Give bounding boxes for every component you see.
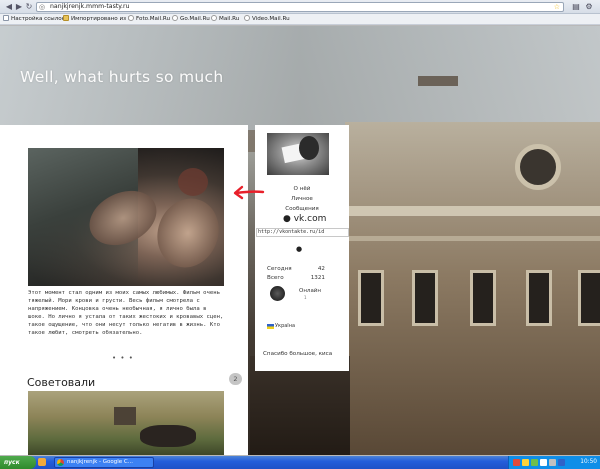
tray-icon[interactable] [522,459,529,466]
reload-button[interactable]: ↻ [24,2,34,12]
ukraine-flag-icon [267,324,274,329]
post-text: Этот момент стал одним из моих самых люб… [28,290,224,337]
bookmark-item[interactable]: Mail.Ru [211,15,239,24]
vk-link[interactable]: ● vk.com [283,214,326,224]
tray-icon[interactable] [513,459,520,466]
chrome-icon [57,459,64,466]
globe-icon: ◎ [39,3,46,11]
bookmark-item[interactable]: Настройка ссылок [3,15,65,24]
clock[interactable]: 10:50 [580,456,597,469]
bookmark-item[interactable]: Импортировано из IE [63,15,133,24]
country-label: Україна [275,323,296,329]
bullet-icon: ● [296,245,303,253]
post-image[interactable] [28,148,224,286]
post-column: Этот момент стал одним из моих самых люб… [0,125,248,455]
bookmark-item[interactable]: Video.Mail.Ru [244,15,290,24]
vk-url-field[interactable]: http://vkontakte.ru/id [256,228,349,237]
thanks-text: Спасибо большое, киса [263,351,333,357]
browser-toolbar: ◀ ▶ ↻ ◎ nanjkjrenjk.mmm-tasty.ru ☆ ▤ ⚙ [0,0,600,14]
windows-taskbar: пуск nanjkjrenjk - Google C... 10:50 [0,456,600,469]
mail-at-icon [128,15,134,21]
recommended-title: Советовали [27,376,96,389]
mail-at-icon [172,15,178,21]
sidebar-link-personal[interactable]: Личное [255,196,349,202]
online-user-avatar[interactable] [270,286,285,301]
online-label: Онлайн [299,288,321,294]
sidebar-widget: О нёй Личное Сообщения ● vk.com http://v… [255,125,349,371]
mail-at-icon [244,15,250,21]
red-arrow-annotation [233,185,265,200]
stat-today: Сегодня 42 [267,266,325,272]
start-button[interactable]: пуск [0,456,36,469]
page-icon [3,15,9,21]
avatar[interactable] [267,133,329,175]
address-url: nanjkjrenjk.mmm-tasty.ru [50,3,130,10]
taskbar-chrome-window[interactable]: nanjkjrenjk - Google C... [54,457,154,468]
more-dots[interactable]: • • • [112,354,134,362]
folder-icon [63,15,69,21]
site-title[interactable]: Well, what hurts so much [20,68,223,86]
forward-button[interactable]: ▶ [14,2,24,12]
sidebar-link-messages[interactable]: Сообщения [255,206,349,212]
bookmarks-bar: Настройка ссылок Импортировано из IE Fot… [0,14,600,25]
volume-icon[interactable] [549,459,556,466]
tray-icon[interactable] [531,459,538,466]
page-menu-icon[interactable]: ▤ [571,2,581,12]
mail-at-icon [211,15,217,21]
bookmark-item[interactable]: Go.Mail.Ru [172,15,210,24]
sidebar-link-about[interactable]: О нёй [255,186,349,192]
stat-total: Всего 1321 [267,275,325,281]
address-bar[interactable]: ◎ nanjkjrenjk.mmm-tasty.ru ☆ [36,2,564,12]
recommended-count-badge[interactable]: 2 [229,373,242,385]
recommended-image[interactable] [28,391,224,455]
bookmark-item[interactable]: Foto.Mail.Ru [128,15,170,24]
tray-icon[interactable] [540,459,547,466]
quick-launch-icon[interactable] [38,458,46,466]
network-icon[interactable] [558,459,565,466]
back-button[interactable]: ◀ [4,2,14,12]
bookmark-star-icon[interactable]: ☆ [554,3,560,11]
wrench-icon[interactable]: ⚙ [584,2,594,12]
system-tray: 10:50 [508,456,600,469]
online-count: 1 [304,295,307,300]
